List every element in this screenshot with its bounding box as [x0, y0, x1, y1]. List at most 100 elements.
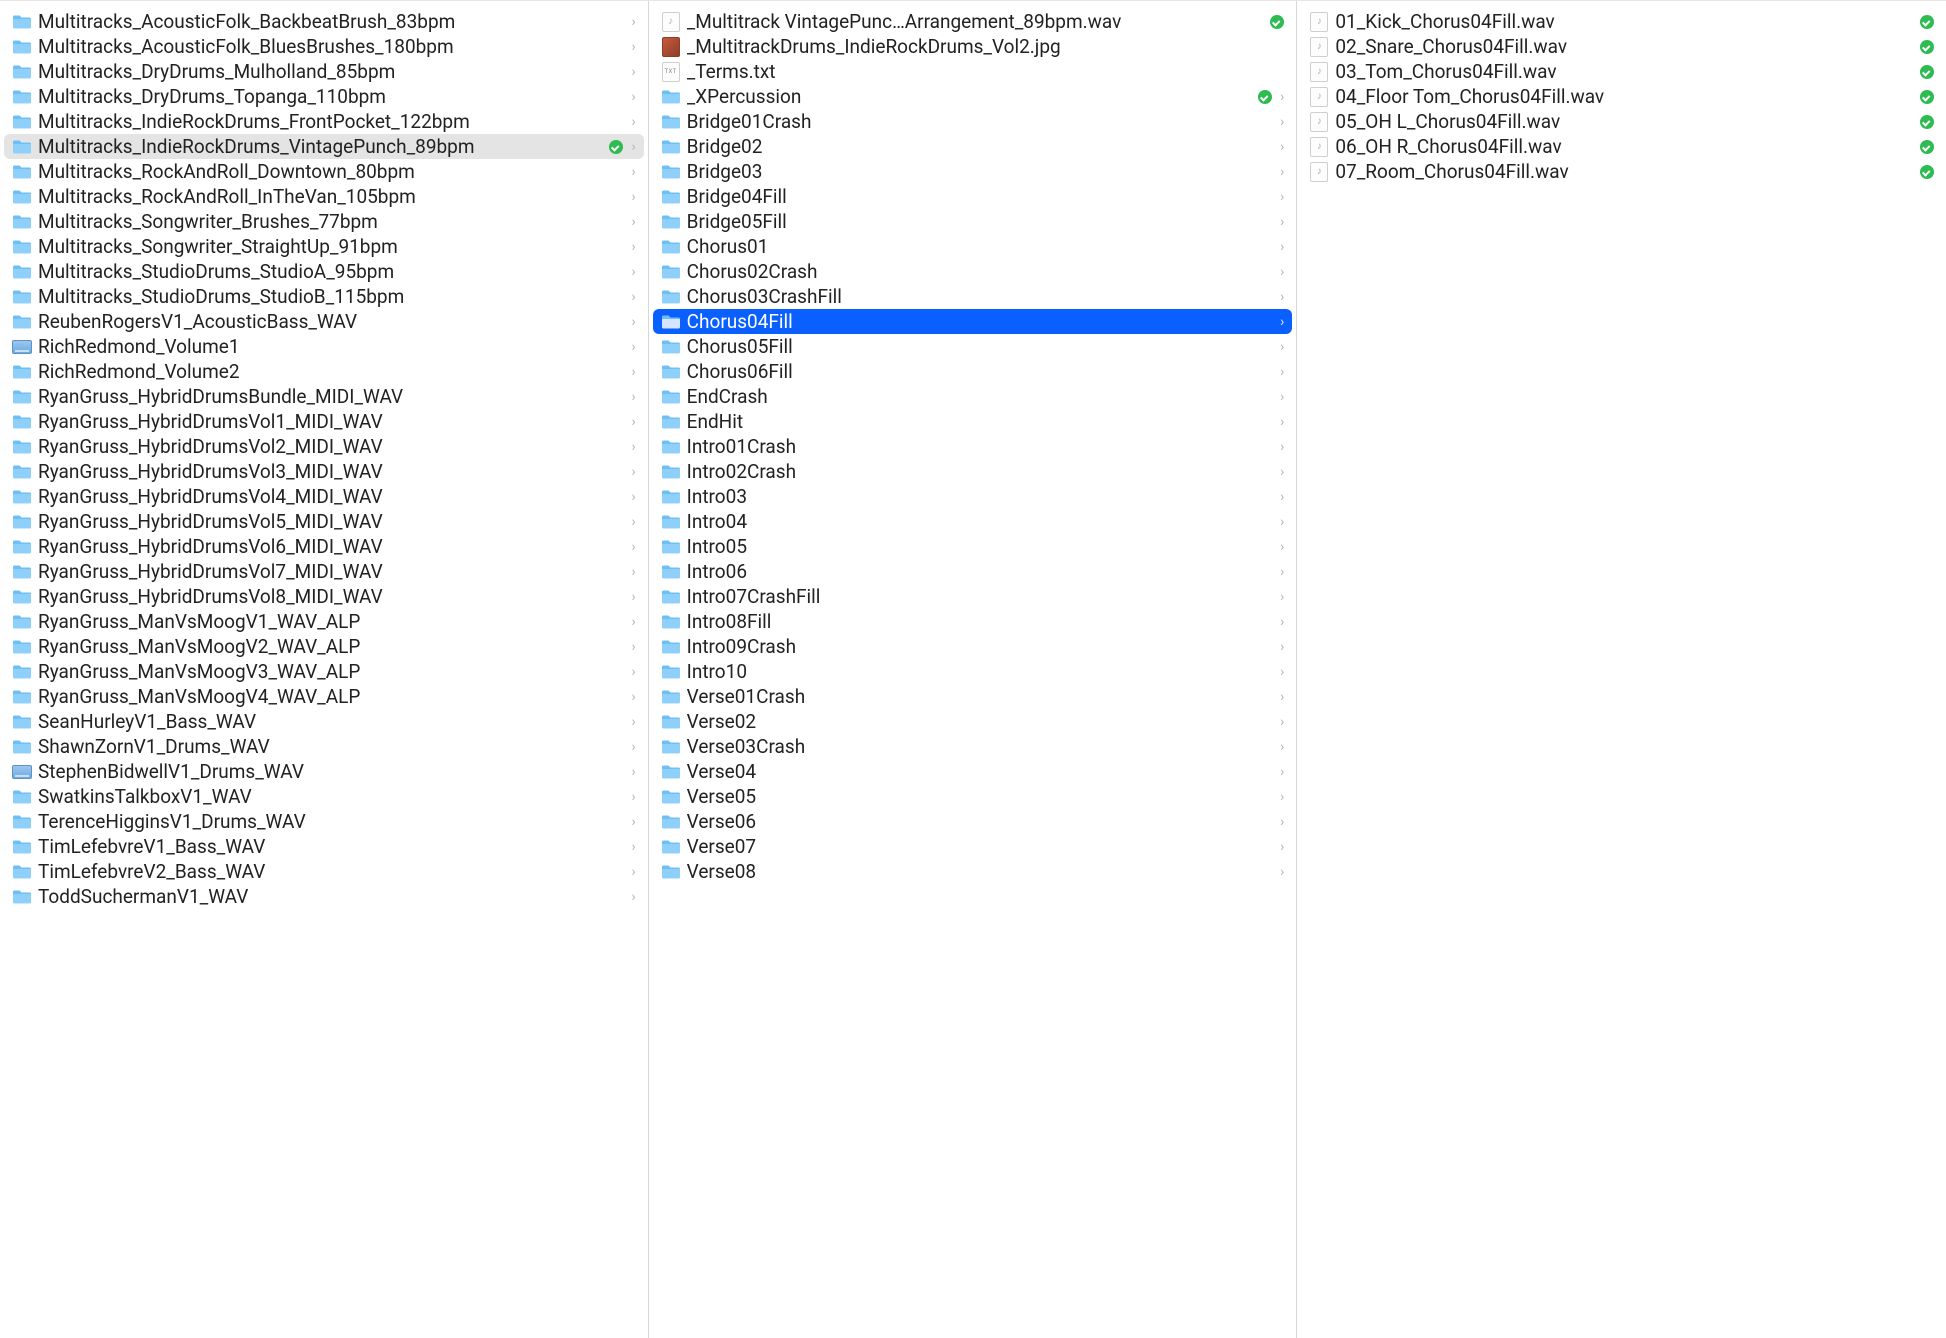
list-item[interactable]: RyanGruss_ManVsMoogV4_WAV_ALP›: [4, 684, 644, 709]
item-name: Intro04: [687, 509, 1272, 534]
list-item[interactable]: Bridge05Fill›: [653, 209, 1293, 234]
list-item[interactable]: RyanGruss_HybridDrumsVol2_MIDI_WAV›: [4, 434, 644, 459]
list-item[interactable]: ShawnZornV1_Drums_WAV›: [4, 734, 644, 759]
list-item[interactable]: RyanGruss_HybridDrumsVol6_MIDI_WAV›: [4, 534, 644, 559]
folder-icon: [661, 237, 681, 257]
folder-icon: [661, 262, 681, 282]
list-item[interactable]: ToddSuchermanV1_WAV›: [4, 884, 644, 909]
list-item[interactable]: RyanGruss_HybridDrumsVol5_MIDI_WAV›: [4, 509, 644, 534]
folder-icon: [661, 287, 681, 307]
list-item[interactable]: Verse07›: [653, 834, 1293, 859]
list-item[interactable]: Intro04›: [653, 509, 1293, 534]
list-item[interactable]: RichRedmond_Volume1›: [4, 334, 644, 359]
folder-icon: [12, 712, 32, 732]
list-item[interactable]: Bridge02›: [653, 134, 1293, 159]
item-name: 03_Tom_Chorus04Fill.wav: [1335, 59, 1910, 84]
list-item[interactable]: Intro02Crash›: [653, 459, 1293, 484]
list-item[interactable]: TimLefebvreV1_Bass_WAV›: [4, 834, 644, 859]
list-item[interactable]: Multitracks_AcousticFolk_BluesBrushes_18…: [4, 34, 644, 59]
list-item[interactable]: Multitracks_RockAndRoll_InTheVan_105bpm›: [4, 184, 644, 209]
audio-file-icon: [1309, 62, 1329, 82]
folder-icon: [12, 587, 32, 607]
list-item[interactable]: Intro09Crash›: [653, 634, 1293, 659]
list-item[interactable]: SeanHurleyV1_Bass_WAV›: [4, 709, 644, 734]
list-item[interactable]: Verse04›: [653, 759, 1293, 784]
list-item[interactable]: Chorus04Fill›: [653, 309, 1293, 334]
list-item[interactable]: _Terms.txt: [653, 59, 1293, 84]
list-item[interactable]: Verse01Crash›: [653, 684, 1293, 709]
list-item[interactable]: _Multitrack VintagePunc…Arrangement_89bp…: [653, 9, 1293, 34]
item-name: Multitracks_RockAndRoll_Downtown_80bpm: [38, 159, 623, 184]
list-item[interactable]: Bridge03›: [653, 159, 1293, 184]
list-item[interactable]: Verse02›: [653, 709, 1293, 734]
list-item[interactable]: Intro01Crash›: [653, 434, 1293, 459]
list-item[interactable]: Multitracks_DryDrums_Topanga_110bpm›: [4, 84, 644, 109]
list-item[interactable]: Intro05›: [653, 534, 1293, 559]
list-item[interactable]: Multitracks_IndieRockDrums_VintagePunch_…: [4, 134, 644, 159]
list-item[interactable]: RyanGruss_HybridDrumsVol8_MIDI_WAV›: [4, 584, 644, 609]
list-item[interactable]: 02_Snare_Chorus04Fill.wav: [1301, 34, 1942, 59]
list-item[interactable]: Chorus06Fill›: [653, 359, 1293, 384]
list-item[interactable]: TimLefebvreV2_Bass_WAV›: [4, 859, 644, 884]
list-item[interactable]: Verse05›: [653, 784, 1293, 809]
list-item[interactable]: RyanGruss_HybridDrumsVol3_MIDI_WAV›: [4, 459, 644, 484]
list-item[interactable]: Verse06›: [653, 809, 1293, 834]
column-2[interactable]: _Multitrack VintagePunc…Arrangement_89bp…: [649, 1, 1298, 1338]
item-name: RyanGruss_HybridDrumsVol3_MIDI_WAV: [38, 459, 623, 484]
list-item[interactable]: RyanGruss_HybridDrumsVol1_MIDI_WAV›: [4, 409, 644, 434]
list-item[interactable]: Multitracks_StudioDrums_StudioA_95bpm›: [4, 259, 644, 284]
list-item[interactable]: _MultitrackDrums_IndieRockDrums_Vol2.jpg: [653, 34, 1293, 59]
list-item[interactable]: 06_OH R_Chorus04Fill.wav: [1301, 134, 1942, 159]
list-item[interactable]: Intro07CrashFill›: [653, 584, 1293, 609]
list-item[interactable]: RyanGruss_ManVsMoogV1_WAV_ALP›: [4, 609, 644, 634]
column-1[interactable]: Multitracks_AcousticFolk_BackbeatBrush_8…: [0, 1, 649, 1338]
list-item[interactable]: RyanGruss_HybridDrumsBundle_MIDI_WAV›: [4, 384, 644, 409]
list-item[interactable]: 01_Kick_Chorus04Fill.wav: [1301, 9, 1942, 34]
list-item[interactable]: Chorus03CrashFill›: [653, 284, 1293, 309]
list-item[interactable]: Bridge01Crash›: [653, 109, 1293, 134]
list-item[interactable]: Multitracks_DryDrums_Mulholland_85bpm›: [4, 59, 644, 84]
list-item[interactable]: SwatkinsTalkboxV1_WAV›: [4, 784, 644, 809]
list-item[interactable]: 04_Floor Tom_Chorus04Fill.wav: [1301, 84, 1942, 109]
list-item[interactable]: Intro08Fill›: [653, 609, 1293, 634]
list-item[interactable]: Multitracks_RockAndRoll_Downtown_80bpm ›: [4, 159, 644, 184]
item-name: Multitracks_AcousticFolk_BackbeatBrush_8…: [38, 9, 623, 34]
list-item[interactable]: Multitracks_Songwriter_Brushes_77bpm›: [4, 209, 644, 234]
list-item[interactable]: 07_Room_Chorus04Fill.wav: [1301, 159, 1942, 184]
item-name: ToddSuchermanV1_WAV: [38, 884, 623, 909]
list-item[interactable]: EndHit›: [653, 409, 1293, 434]
list-item[interactable]: RyanGruss_HybridDrumsVol7_MIDI_WAV›: [4, 559, 644, 584]
list-item[interactable]: Verse08›: [653, 859, 1293, 884]
list-item[interactable]: Intro06›: [653, 559, 1293, 584]
list-item[interactable]: 05_OH L_Chorus04Fill.wav: [1301, 109, 1942, 134]
list-item[interactable]: RyanGruss_ManVsMoogV2_WAV_ALP›: [4, 634, 644, 659]
list-item[interactable]: Multitracks_Songwriter_StraightUp_91bpm›: [4, 234, 644, 259]
column-3[interactable]: 01_Kick_Chorus04Fill.wav02_Snare_Chorus0…: [1297, 1, 1946, 1338]
list-item[interactable]: Multitracks_StudioDrums_StudioB_115bpm›: [4, 284, 644, 309]
list-item[interactable]: _XPercussion›: [653, 84, 1293, 109]
list-item[interactable]: Verse03Crash›: [653, 734, 1293, 759]
item-name: 07_Room_Chorus04Fill.wav: [1335, 159, 1910, 184]
list-item[interactable]: 03_Tom_Chorus04Fill.wav: [1301, 59, 1942, 84]
list-item[interactable]: ReubenRogersV1_AcousticBass_WAV›: [4, 309, 644, 334]
list-item[interactable]: Chorus05Fill›: [653, 334, 1293, 359]
folder-icon: [12, 887, 32, 907]
list-item[interactable]: Intro10›: [653, 659, 1293, 684]
list-item[interactable]: Intro03›: [653, 484, 1293, 509]
list-item[interactable]: Bridge04Fill›: [653, 184, 1293, 209]
list-item[interactable]: StephenBidwellV1_Drums_WAV›: [4, 759, 644, 784]
list-item[interactable]: Chorus02Crash›: [653, 259, 1293, 284]
folder-icon: [12, 637, 32, 657]
list-item[interactable]: TerenceHigginsV1_Drums_WAV›: [4, 809, 644, 834]
chevron-right-icon: ›: [631, 340, 635, 354]
list-item[interactable]: Chorus01›: [653, 234, 1293, 259]
list-item[interactable]: Multitracks_IndieRockDrums_FrontPocket_1…: [4, 109, 644, 134]
list-item[interactable]: EndCrash›: [653, 384, 1293, 409]
list-item[interactable]: Multitracks_AcousticFolk_BackbeatBrush_8…: [4, 9, 644, 34]
chevron-right-icon: ›: [631, 165, 635, 179]
list-item[interactable]: RyanGruss_HybridDrumsVol4_MIDI_WAV›: [4, 484, 644, 509]
list-item[interactable]: RichRedmond_Volume2›: [4, 359, 644, 384]
list-item[interactable]: RyanGruss_ManVsMoogV3_WAV_ALP›: [4, 659, 644, 684]
audio-file-icon: [1309, 112, 1329, 132]
folder-icon: [12, 737, 32, 757]
